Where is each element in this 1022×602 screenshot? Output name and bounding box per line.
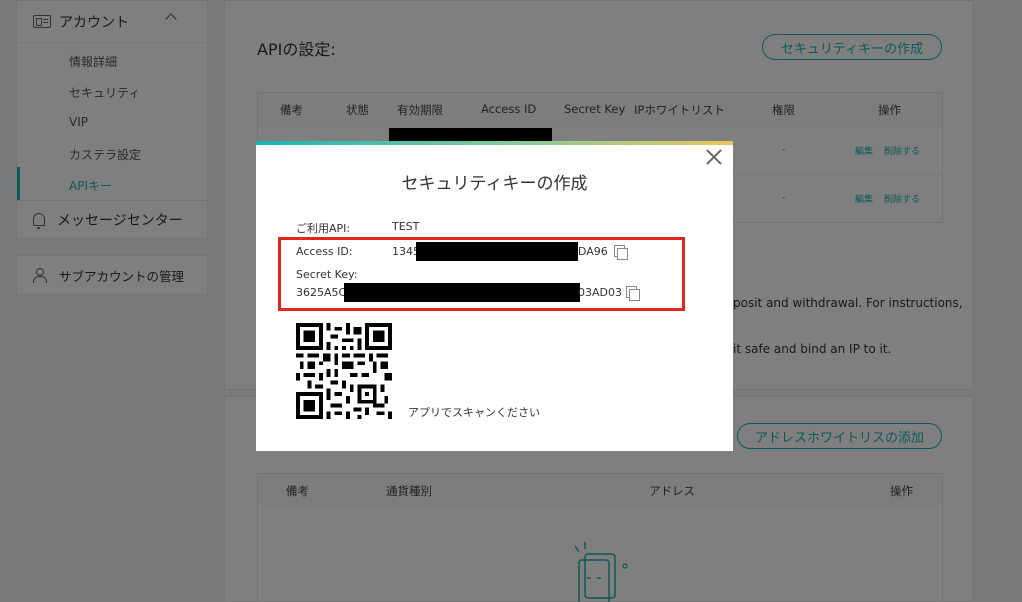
access-id-redaction <box>416 242 578 261</box>
close-icon[interactable] <box>705 148 723 166</box>
qr-code-image <box>296 323 392 419</box>
secret-key-redaction <box>344 283 580 302</box>
copy-secret-key-icon[interactable] <box>626 286 640 301</box>
api-name-value: TEST <box>392 220 420 233</box>
access-id-suffix: DA96 <box>578 245 608 258</box>
secret-key-label: Secret Key: <box>296 268 358 281</box>
create-security-key-modal: セキュリティキーの作成 ご利用API: TEST Access ID: 1345… <box>256 141 733 451</box>
api-name-label: ご利用API: <box>296 222 351 235</box>
qr-scan-caption: アプリでスキャンください <box>408 406 540 419</box>
copy-access-id-icon[interactable] <box>614 245 628 260</box>
secret-key-suffix: 03AD03 <box>578 286 622 299</box>
access-id-label: Access ID: <box>296 245 353 258</box>
modal-accent-strip <box>256 141 733 145</box>
modal-title: セキュリティキーの作成 <box>401 174 588 194</box>
